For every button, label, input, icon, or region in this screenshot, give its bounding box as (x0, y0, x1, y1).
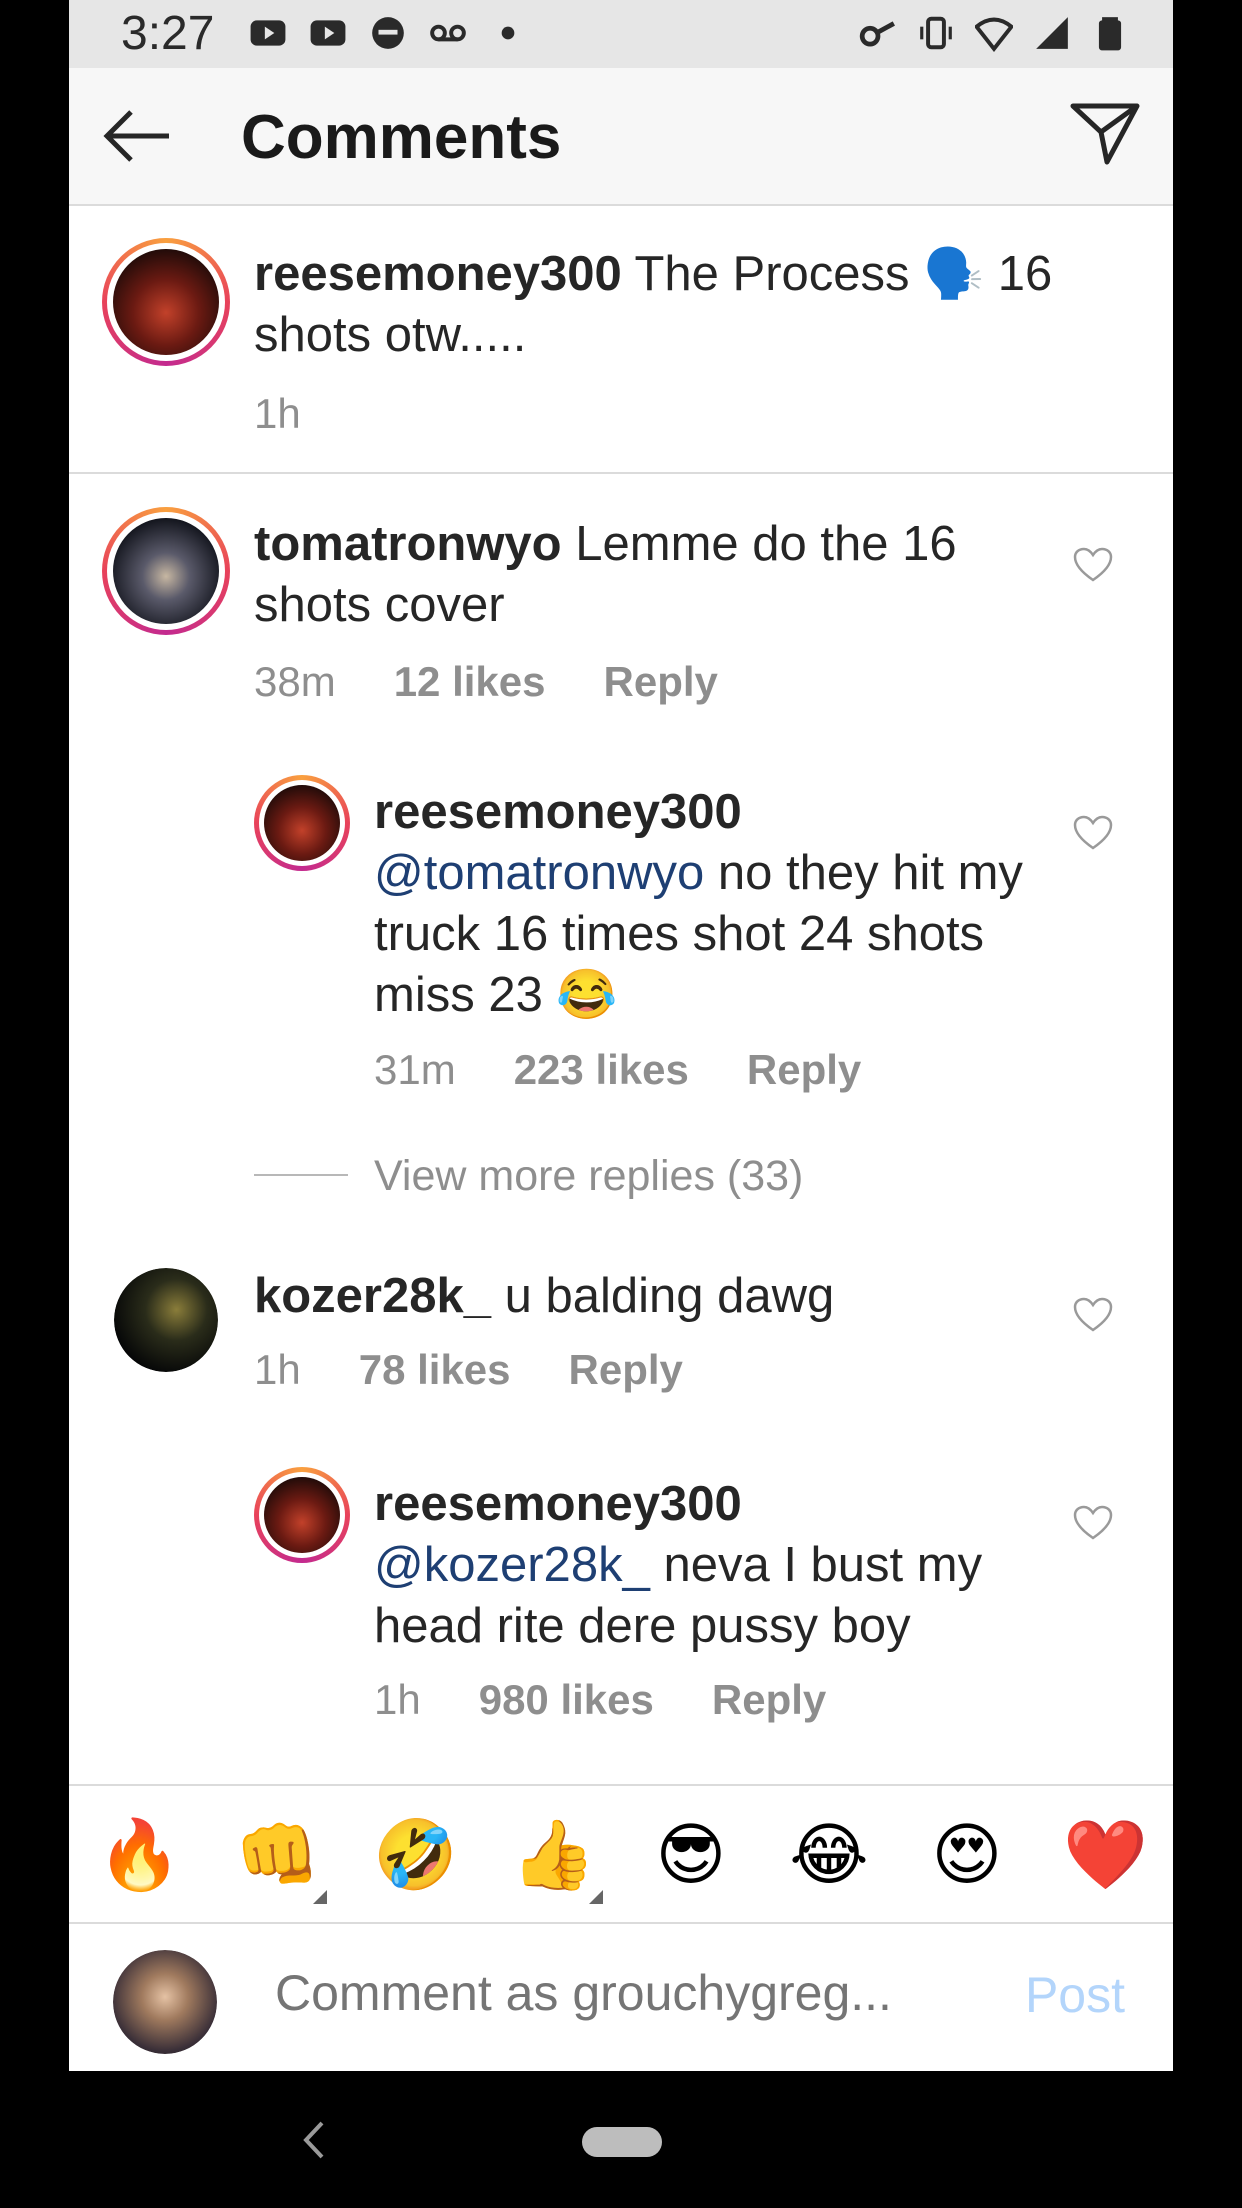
comment-username[interactable]: tomatronwyo (254, 517, 562, 571)
dot-icon (501, 26, 515, 40)
youtube-icon (310, 20, 346, 46)
reply-mention[interactable]: @kozer28k_ (374, 1538, 650, 1592)
comment-time: 31m (374, 1046, 456, 1093)
avatar (113, 1950, 217, 2054)
direct-share-icon[interactable] (1067, 98, 1143, 168)
wifi-icon (975, 17, 1013, 52)
emoji-joy-button[interactable]: 😂 (787, 1814, 871, 1898)
emoji-fire-button[interactable]: 🔥 (97, 1814, 182, 1898)
post-button[interactable]: Post (1025, 1966, 1125, 2024)
emoji-heart-eyes-button[interactable]: 😍 (925, 1814, 1009, 1898)
view-more-line (254, 1174, 348, 1176)
avatar (264, 785, 340, 861)
vibrate-icon (920, 16, 952, 50)
status-bar: 3:27 (69, 0, 1173, 68)
emoji-sunglasses-button[interactable]: 😎 (649, 1814, 733, 1898)
emoji-thumbs-up-button[interactable]: 👍 (511, 1814, 596, 1898)
reply-meta: 1h 980 likes Reply (374, 1676, 826, 1724)
avatar (264, 1477, 340, 1553)
comment-text: tomatronwyo Lemme do the 16 shots cover (254, 514, 1074, 636)
avatar-tomatronwyo[interactable] (102, 507, 230, 635)
nav-back-icon[interactable] (298, 2115, 328, 2165)
comment-composer: Post (69, 1922, 1173, 2071)
reply-text: reesemoney300 @tomatronwyo no they hit m… (374, 782, 1074, 1026)
back-arrow-icon[interactable] (99, 104, 175, 168)
likes-count[interactable]: 78 likes (359, 1346, 511, 1394)
current-user-avatar (113, 1950, 217, 2054)
reply-mention[interactable]: @tomatronwyo (374, 846, 704, 900)
comment-time: 38m (254, 658, 336, 705)
status-left-icons (249, 14, 527, 52)
signal-icon (1036, 17, 1068, 49)
voicemail-icon (430, 24, 466, 42)
like-heart-icon[interactable] (1073, 815, 1113, 851)
avatar-kozer28k[interactable] (114, 1268, 218, 1372)
avatar (113, 249, 219, 355)
comment-input[interactable] (275, 1964, 975, 2022)
reply-text: reesemoney300 @kozer28k_ neva I bust my … (374, 1474, 1094, 1657)
caption-username[interactable]: reesemoney300 (254, 247, 622, 301)
view-more-replies-button[interactable]: View more replies (33) (374, 1152, 803, 1201)
emoji-red-heart-button[interactable]: ❤️ (1063, 1814, 1148, 1898)
emoji-quick-bar: 🔥 👊 🤣 👍 😎 😂 😍 ❤️ (69, 1784, 1173, 1924)
status-time: 3:27 (121, 7, 215, 60)
comment-username[interactable]: kozer28k_ (254, 1269, 491, 1323)
reply-button[interactable]: Reply (604, 658, 718, 706)
comment-meta: 38m 12 likes Reply (254, 658, 718, 706)
avatar (113, 518, 219, 624)
comment-text: kozer28k_ u balding dawg (254, 1266, 1074, 1327)
reply-username[interactable]: reesemoney300 (374, 785, 742, 839)
caption-divider (69, 472, 1173, 474)
caption-text: reesemoney300 The Process 🗣️ 16 shots ot… (254, 244, 1134, 366)
avatar-reesemoney300[interactable] (254, 775, 350, 871)
like-heart-icon[interactable] (1073, 1505, 1113, 1541)
vpn-key-icon (859, 21, 895, 47)
system-nav-bar (0, 2071, 1242, 2208)
caption-time: 1h (254, 390, 301, 437)
emoji-rofl-button[interactable]: 🤣 (373, 1814, 458, 1898)
page-title: Comments (241, 103, 562, 172)
comment-body: u balding dawg (504, 1269, 835, 1323)
app-screen: 3:27 Comments reesemoney300 The Process … (69, 0, 1173, 2071)
battery-icon (1098, 17, 1122, 51)
avatar-reesemoney300[interactable] (102, 238, 230, 366)
reply-username[interactable]: reesemoney300 (374, 1477, 742, 1531)
comment-time: 1h (374, 1676, 421, 1723)
likes-count[interactable]: 980 likes (479, 1676, 654, 1724)
comment-meta: 1h 78 likes Reply (254, 1346, 683, 1394)
likes-count[interactable]: 12 likes (394, 658, 546, 706)
nav-home-pill[interactable] (582, 2127, 662, 2157)
reply-button[interactable]: Reply (569, 1346, 683, 1394)
status-right-icons (859, 14, 1129, 52)
comment-time: 1h (254, 1346, 301, 1393)
reply-button[interactable]: Reply (747, 1046, 861, 1094)
youtube-icon (250, 20, 286, 46)
emoji-fist-button[interactable]: 👊 (235, 1814, 320, 1898)
like-heart-icon[interactable] (1073, 547, 1113, 583)
reply-button[interactable]: Reply (712, 1676, 826, 1724)
incognito-icon (372, 17, 404, 49)
skin-tone-indicator (313, 1890, 327, 1904)
reply-meta: 31m 223 likes Reply (374, 1046, 861, 1094)
like-heart-icon[interactable] (1073, 1297, 1113, 1333)
skin-tone-indicator (589, 1890, 603, 1904)
caption-meta: 1h (254, 390, 301, 438)
comments-header: Comments (69, 68, 1173, 206)
likes-count[interactable]: 223 likes (514, 1046, 689, 1094)
avatar-reesemoney300[interactable] (254, 1467, 350, 1563)
avatar (114, 1268, 218, 1372)
